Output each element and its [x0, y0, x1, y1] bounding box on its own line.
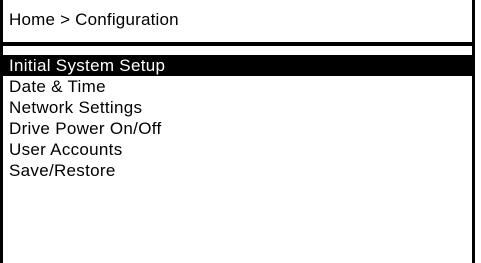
lcd-screen: Home > Configuration Initial System Setu… [0, 0, 475, 263]
header-divider [3, 42, 472, 46]
menu-item-date-time[interactable]: Date & Time [3, 76, 472, 97]
menu-item-drive-power[interactable]: Drive Power On/Off [3, 118, 472, 139]
menu-item-user-accounts[interactable]: User Accounts [3, 139, 472, 160]
menu-item-network-settings[interactable]: Network Settings [3, 97, 472, 118]
menu-item-save-restore[interactable]: Save/Restore [3, 160, 472, 181]
config-menu: Initial System Setup Date & Time Network… [3, 55, 472, 181]
header-bar: Home > Configuration [3, 0, 472, 41]
menu-item-initial-system-setup[interactable]: Initial System Setup [3, 55, 472, 76]
breadcrumb: Home > Configuration [9, 10, 179, 29]
